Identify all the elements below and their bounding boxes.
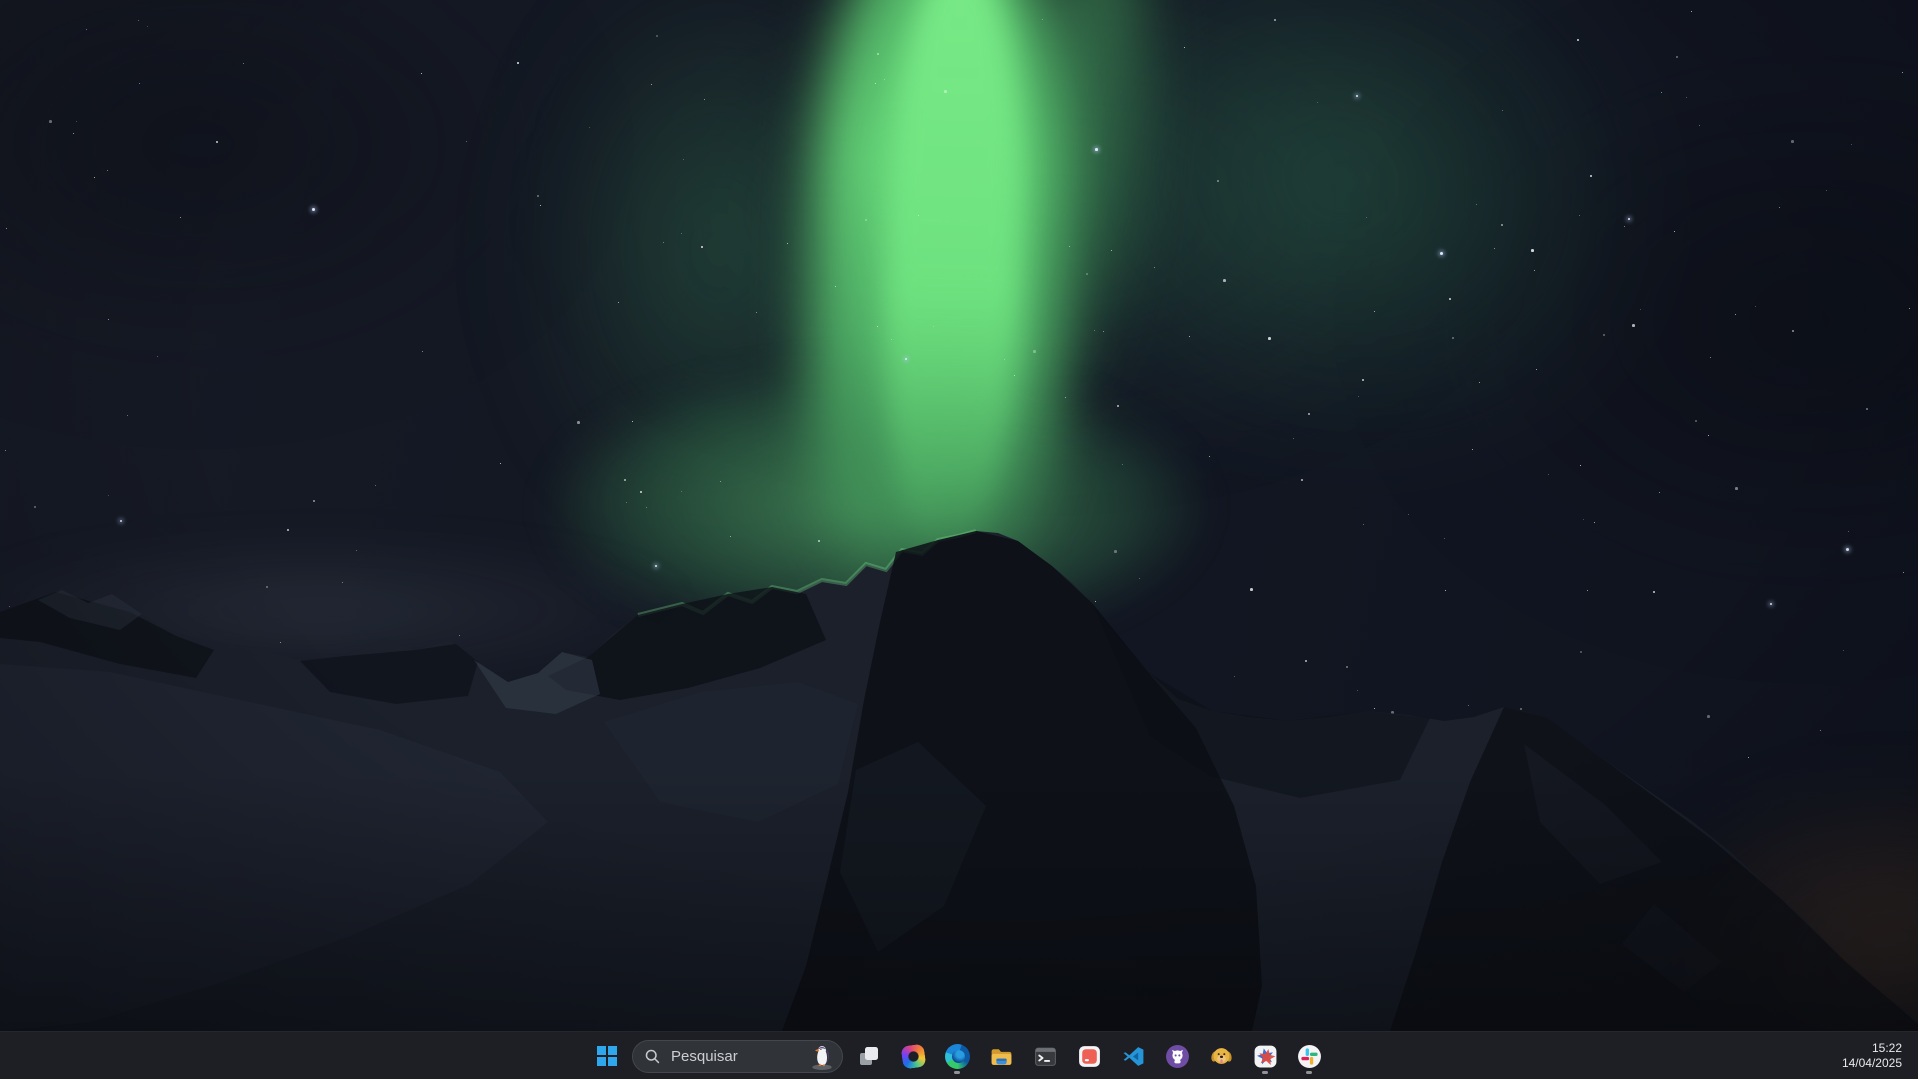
taskbar-app-vscode[interactable] [1113,1036,1153,1076]
running-indicator [1306,1071,1312,1074]
clock-time: 15:22 [1872,1041,1902,1056]
search-box[interactable] [632,1040,843,1073]
start-button[interactable] [587,1036,627,1076]
puffin-bird-image [809,1042,835,1070]
clock-date: 14/04/2025 [1842,1056,1902,1071]
dog-emoji-icon [1209,1044,1234,1069]
taskbar-app-github-desktop[interactable] [1157,1036,1197,1076]
windows-logo-icon [597,1046,617,1066]
red-square-app-icon [1077,1044,1102,1069]
vignette [0,0,1918,1031]
terminal-icon [1033,1044,1058,1069]
copilot-icon [900,1043,926,1069]
pinned-apps [849,1036,1329,1076]
search-input[interactable] [669,1047,803,1066]
edge-browser-icon [945,1044,970,1069]
search-icon [644,1048,661,1065]
file-explorer-icon [989,1044,1014,1069]
blue-red-star-icon [1253,1044,1278,1069]
desktop-wallpaper[interactable] [0,0,1918,1031]
taskbar-app-red-square[interactable] [1069,1036,1109,1076]
running-indicator [954,1071,960,1074]
taskbar-app-dog[interactable] [1201,1036,1241,1076]
running-indicator [1262,1071,1268,1074]
taskbar-app-task-view[interactable] [849,1036,889,1076]
github-desktop-icon [1165,1044,1190,1069]
taskbar: 15:22 14/04/2025 [0,1031,1918,1079]
taskbar-app-star[interactable] [1245,1036,1285,1076]
slack-icon [1297,1044,1322,1069]
vscode-icon [1121,1044,1146,1069]
taskbar-app-slack[interactable] [1289,1036,1329,1076]
taskbar-clock[interactable]: 15:22 14/04/2025 [1832,1032,1912,1079]
taskbar-app-copilot[interactable] [893,1036,933,1076]
taskbar-app-file-explorer[interactable] [981,1036,1021,1076]
taskbar-app-terminal[interactable] [1025,1036,1065,1076]
task-view-icon [857,1044,881,1068]
taskbar-app-edge[interactable] [937,1036,977,1076]
